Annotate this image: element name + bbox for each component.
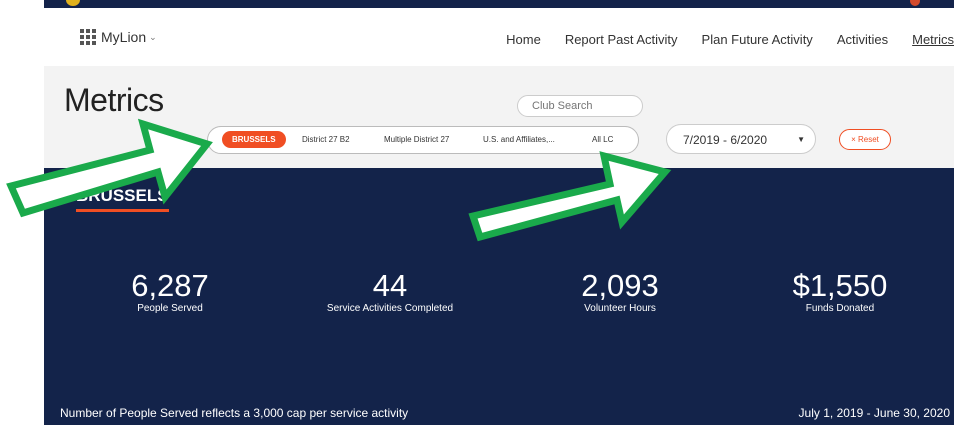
stat-label: Service Activities Completed xyxy=(326,303,454,314)
chevron-down-icon: ⌄ xyxy=(149,31,157,42)
app-grid-icon xyxy=(80,29,96,45)
nav-metrics[interactable]: Metrics xyxy=(912,32,954,47)
metrics-header: Metrics BRUSSELS District 27 B2 Multiple… xyxy=(44,66,954,168)
scope-selector: BRUSSELS District 27 B2 Multiple Distric… xyxy=(207,126,639,154)
panel-title: BRUSSELS xyxy=(76,186,169,212)
navbar: MyLion ⌄ Home Report Past Activity Plan … xyxy=(44,8,954,67)
stat-value: 44 xyxy=(372,268,408,303)
stat-service-activities: 44 Service Activities Completed xyxy=(280,268,500,314)
date-range-value: 7/2019 - 6/2020 xyxy=(683,133,768,147)
reset-button[interactable]: × Reset xyxy=(839,129,891,150)
scope-multiple-district[interactable]: Multiple District 27 xyxy=(384,135,449,144)
stat-label: Volunteer Hours xyxy=(584,303,656,314)
stat-funds-donated: $1,550 Funds Donated xyxy=(730,268,950,314)
scope-club[interactable]: BRUSSELS xyxy=(222,131,286,148)
nav-plan-future-activity[interactable]: Plan Future Activity xyxy=(702,32,813,47)
club-search-input[interactable] xyxy=(517,95,643,117)
scope-district[interactable]: District 27 B2 xyxy=(302,135,350,144)
period-label: July 1, 2019 - June 30, 2020 xyxy=(798,406,950,420)
reset-label: × Reset xyxy=(851,135,879,144)
brand-name: MyLion xyxy=(101,29,147,45)
stat-value: 2,093 xyxy=(581,268,659,303)
nav-home[interactable]: Home xyxy=(506,32,541,47)
nav-activities[interactable]: Activities xyxy=(837,32,888,47)
scope-all[interactable]: All LC xyxy=(592,135,613,144)
stat-volunteer-hours: 2,093 Volunteer Hours xyxy=(510,268,730,314)
people-served-footnote: Number of People Served reflects a 3,000… xyxy=(60,406,409,420)
main-nav: Home Report Past Activity Plan Future Ac… xyxy=(482,32,954,47)
stat-label: People Served xyxy=(137,303,203,314)
caret-down-icon: ▼ xyxy=(797,135,805,144)
scope-country[interactable]: U.S. and Affiliates,... xyxy=(483,135,555,144)
stat-value: 6,287 xyxy=(131,268,209,303)
lions-logo-icon xyxy=(66,0,80,6)
app-switcher[interactable]: MyLion ⌄ xyxy=(80,29,157,45)
profile-badge-icon xyxy=(910,0,920,6)
stat-people-served: 6,287 People Served xyxy=(60,268,280,314)
top-strip xyxy=(44,0,954,8)
date-range-select[interactable]: 7/2019 - 6/2020 ▼ xyxy=(666,124,816,154)
nav-report-past-activity[interactable]: Report Past Activity xyxy=(565,32,678,47)
stat-value: $1,550 xyxy=(792,268,888,303)
page-title: Metrics xyxy=(64,82,164,118)
metrics-panel: BRUSSELS 6,287 People Served 44 Service … xyxy=(44,168,954,425)
stat-label: Funds Donated xyxy=(805,303,875,314)
